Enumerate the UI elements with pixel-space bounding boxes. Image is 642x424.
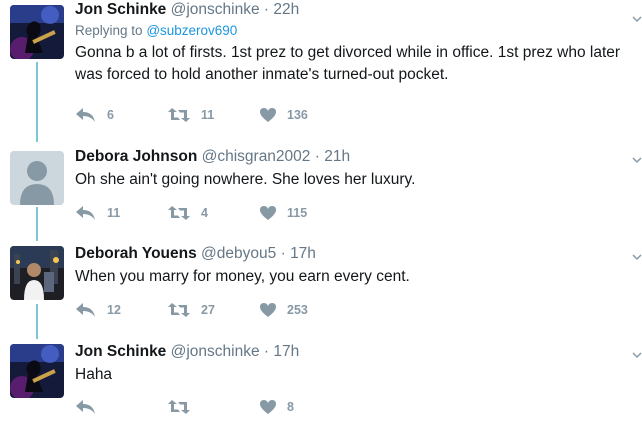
username[interactable]: @chisgran2002 bbox=[202, 148, 311, 165]
tweet-actions: 6 11 136 bbox=[75, 105, 375, 125]
retweet-count: 4 bbox=[201, 206, 208, 220]
like-button[interactable]: 136 bbox=[259, 105, 308, 125]
retweet-icon bbox=[168, 206, 190, 220]
reply-button[interactable]: 12 bbox=[75, 300, 121, 320]
like-button[interactable]: 8 bbox=[259, 397, 294, 417]
avatar[interactable] bbox=[10, 151, 64, 205]
retweet-count: 27 bbox=[201, 303, 215, 317]
reply-count: 12 bbox=[107, 303, 121, 317]
reply-icon bbox=[76, 303, 95, 317]
like-icon bbox=[260, 206, 276, 220]
tweet-item[interactable]: Jon Schinke @jonschinke · 17h Haha 8 bbox=[0, 340, 642, 424]
mention-link[interactable]: @subzerov690 bbox=[146, 23, 237, 38]
retweet-button[interactable]: 11 bbox=[167, 105, 214, 125]
separator: · bbox=[263, 1, 270, 18]
chevron-down-icon[interactable] bbox=[632, 155, 642, 165]
display-name[interactable]: Debora Johnson bbox=[75, 148, 197, 165]
reply-button[interactable]: 11 bbox=[75, 203, 120, 223]
timestamp[interactable]: 22h bbox=[273, 1, 299, 18]
separator: · bbox=[263, 343, 270, 360]
tweet-header: Deborah Youens @debyou5 · 17h bbox=[75, 244, 622, 264]
reply-button[interactable] bbox=[75, 397, 107, 417]
replying-label: Replying to bbox=[75, 23, 143, 38]
like-count: 8 bbox=[287, 400, 294, 414]
avatar[interactable] bbox=[10, 344, 64, 398]
tweet-header: Jon Schinke @jonschinke · 22h bbox=[75, 0, 622, 20]
tweet-item[interactable]: Debora Johnson @chisgran2002 · 21h Oh sh… bbox=[0, 145, 642, 240]
tweet-item[interactable]: Deborah Youens @debyou5 · 17h When you m… bbox=[0, 242, 642, 337]
tweet-text: When you marry for money, you earn every… bbox=[75, 268, 410, 285]
reply-count: 11 bbox=[107, 206, 121, 220]
like-icon bbox=[260, 108, 276, 122]
reply-count: 6 bbox=[107, 108, 114, 122]
display-name[interactable]: Jon Schinke bbox=[75, 343, 166, 360]
reply-icon bbox=[76, 206, 95, 220]
tweet-header: Debora Johnson @chisgran2002 · 21h bbox=[75, 147, 622, 167]
tweet-actions: 12 27 253 bbox=[75, 300, 375, 320]
like-count: 136 bbox=[287, 108, 308, 122]
username[interactable]: @debyou5 bbox=[201, 245, 276, 262]
avatar[interactable] bbox=[10, 5, 64, 59]
like-button[interactable]: 115 bbox=[259, 203, 307, 223]
retweet-count: 11 bbox=[201, 108, 215, 122]
tweet-text: Oh she ain't going nowhere. She loves he… bbox=[75, 171, 416, 188]
timestamp[interactable]: 21h bbox=[324, 148, 350, 165]
like-icon bbox=[260, 400, 276, 414]
retweet-icon bbox=[168, 303, 190, 317]
tweet-header: Jon Schinke @jonschinke · 17h bbox=[75, 342, 622, 362]
chevron-down-icon[interactable] bbox=[632, 350, 642, 360]
reply-icon bbox=[76, 108, 95, 122]
username[interactable]: @jonschinke bbox=[171, 343, 260, 360]
timestamp[interactable]: 17h bbox=[290, 245, 316, 262]
separator: · bbox=[314, 148, 320, 165]
chevron-down-icon[interactable] bbox=[632, 252, 642, 262]
retweet-icon bbox=[168, 108, 190, 122]
display-name[interactable]: Deborah Youens bbox=[75, 245, 197, 262]
retweet-icon bbox=[168, 400, 190, 414]
separator: · bbox=[280, 245, 286, 262]
tweet-actions: 11 4 115 bbox=[75, 203, 375, 223]
like-icon bbox=[260, 303, 276, 317]
timestamp[interactable]: 17h bbox=[273, 343, 299, 360]
avatar[interactable] bbox=[10, 246, 64, 300]
chevron-down-icon[interactable] bbox=[632, 14, 642, 24]
like-button[interactable]: 253 bbox=[259, 300, 308, 320]
tweet-text: Gonna b a lot of firsts. 1st prez to get… bbox=[75, 44, 621, 83]
tweet-item[interactable]: Jon Schinke @jonschinke · 22h Replying t… bbox=[0, 0, 642, 140]
retweet-button[interactable] bbox=[167, 397, 201, 417]
like-count: 253 bbox=[287, 303, 308, 317]
reply-icon bbox=[76, 400, 95, 414]
reply-button[interactable]: 6 bbox=[75, 105, 114, 125]
retweet-button[interactable]: 4 bbox=[167, 203, 208, 223]
replying-to: Replying to @subzerov690 bbox=[75, 22, 622, 40]
like-count: 115 bbox=[287, 206, 308, 220]
display-name[interactable]: Jon Schinke bbox=[75, 1, 166, 18]
tweet-text: Haha bbox=[75, 366, 113, 383]
retweet-button[interactable]: 27 bbox=[167, 300, 215, 320]
tweet-actions: 8 bbox=[75, 397, 375, 417]
username[interactable]: @jonschinke bbox=[171, 1, 260, 18]
